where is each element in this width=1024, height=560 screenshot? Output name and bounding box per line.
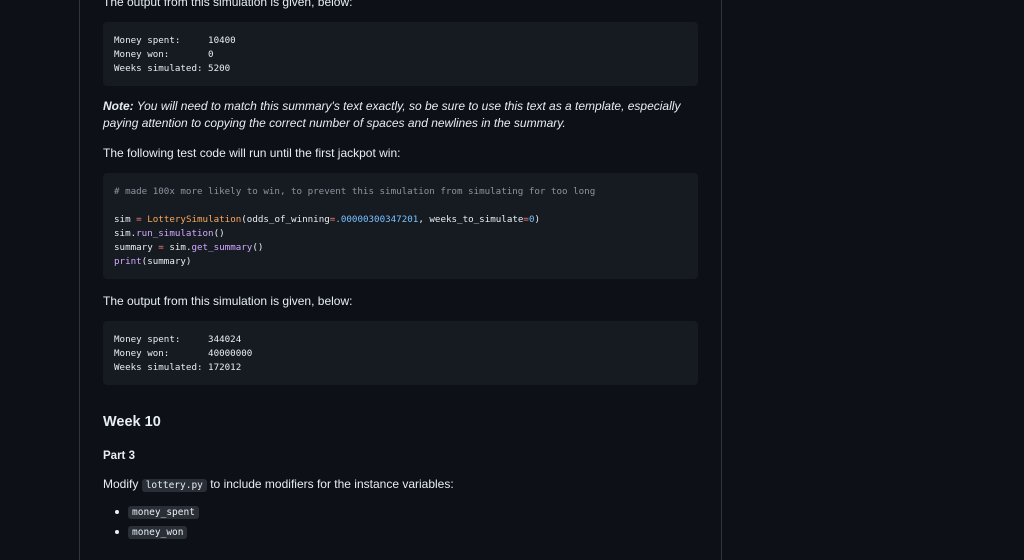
week-heading: Week 10 [103,414,161,430]
output-line: Money won: 40000000 [114,348,253,359]
output-block-2: Money spent: 344024 Money won: 40000000 … [103,321,698,385]
bullet-icon [115,509,119,514]
output-line: Money spent: 10400 [114,35,236,46]
modify-paragraph: Modify lottery.py to include modifiers f… [103,477,454,492]
output-line: Weeks simulated: 172012 [114,362,242,373]
code-comment: # made 100x more likely to win, to preve… [114,186,596,197]
list-item: money_spent [115,504,199,519]
code-line-2: sim.run_simulation() [114,228,225,239]
part-heading: Part 3 [103,450,135,462]
code-line-4: print(summary) [114,256,192,267]
output-intro-2: The output from this simulation is given… [103,294,353,308]
test-intro: The following test code will run until t… [103,146,401,160]
inline-code-filename: lottery.py [141,479,207,492]
note-paragraph: Note: You will need to match this summar… [103,99,681,130]
code-line-3: summary = sim.get_summary() [114,242,264,253]
output-block-1: Money spent: 10400 Money won: 0 Weeks si… [103,22,698,86]
code-line-1: sim = LotterySimulation(odds_of_winning=… [114,214,541,225]
output-line: Money spent: 344024 [114,334,242,345]
output-line: Money won: 0 [114,49,214,60]
code-block: # made 100x more likely to win, to preve… [103,173,698,279]
list-item: money_won [115,524,188,539]
bullet-icon [115,529,119,534]
output-line: Weeks simulated: 5200 [114,63,231,74]
output-intro-top: The output from this simulation is given… [103,0,353,9]
